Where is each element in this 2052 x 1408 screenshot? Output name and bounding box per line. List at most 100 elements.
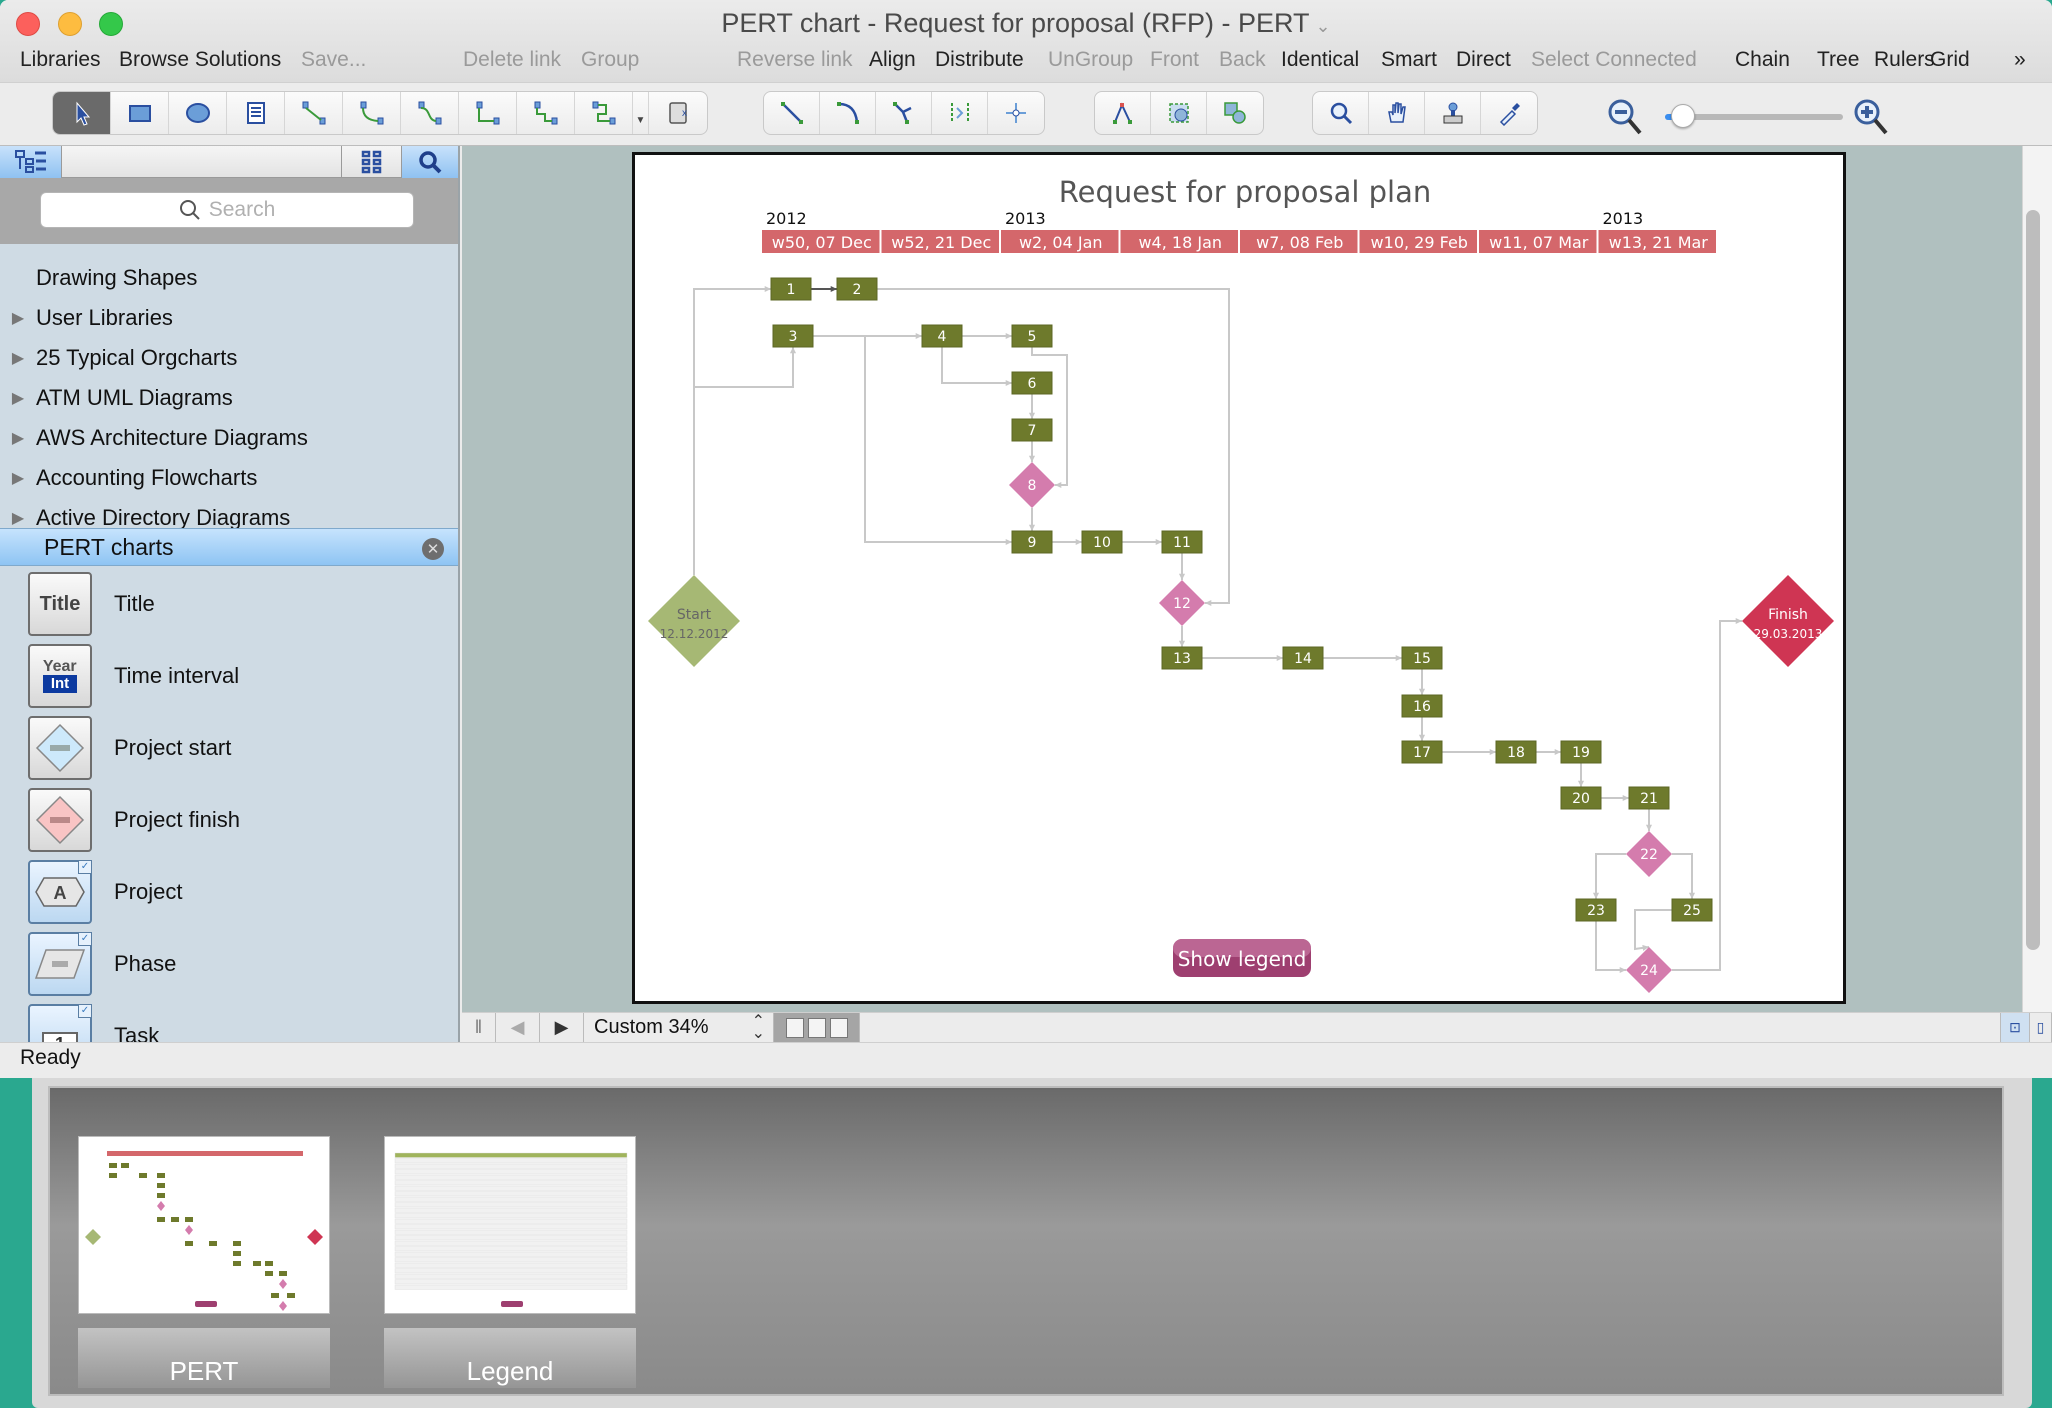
library-item[interactable]: ▶ ATM UML Diagrams xyxy=(0,378,458,418)
insert-container-tool-button[interactable]: x xyxy=(649,92,707,134)
task-node[interactable]: 6 xyxy=(1011,371,1053,395)
zoom-slider-knob[interactable] xyxy=(1670,104,1695,128)
direct-connector-tool-button[interactable] xyxy=(285,92,343,134)
pointer-tool-button[interactable] xyxy=(53,92,111,134)
dependency-link[interactable] xyxy=(1595,853,1626,899)
line-tool-button[interactable] xyxy=(764,92,820,134)
task-node[interactable]: 15 xyxy=(1401,646,1443,670)
dependency-link[interactable] xyxy=(1595,921,1626,971)
menu-overflow-chevron-icon[interactable]: » xyxy=(2014,48,2026,72)
page-layout-buttons[interactable] xyxy=(774,1012,860,1043)
page-thumbnail[interactable] xyxy=(78,1136,330,1314)
chain-connector-tool-button[interactable] xyxy=(575,92,633,134)
menu-distribute[interactable]: Distribute xyxy=(935,48,1024,72)
task-node[interactable]: 1 xyxy=(770,277,812,301)
disclosure-triangle-icon[interactable]: ▶ xyxy=(0,388,36,408)
dependency-link[interactable] xyxy=(694,347,794,388)
pert-charts-library-header[interactable]: PERT charts ✕ xyxy=(0,528,458,566)
text-block-tool-button[interactable] xyxy=(227,92,285,134)
disclosure-triangle-icon[interactable]: ▶ xyxy=(0,308,36,328)
task-node[interactable]: 16 xyxy=(1401,694,1443,718)
page-thumbnail-label[interactable]: Legend xyxy=(384,1356,636,1387)
round-connector-tool-button[interactable] xyxy=(517,92,575,134)
task-node[interactable]: 13 xyxy=(1161,646,1203,670)
split-handle[interactable]: ‖ xyxy=(462,1012,496,1043)
ellipse-tool-button[interactable] xyxy=(169,92,227,134)
connector-menu-arrow-icon[interactable]: ▼ xyxy=(633,92,649,134)
zoom-level-select[interactable]: Custom 34% ⌃ ⌄ xyxy=(584,1012,774,1043)
menu-group[interactable]: Group xyxy=(581,48,639,72)
shape-item[interactable]: A ✓ Project xyxy=(0,856,458,928)
dependency-link[interactable] xyxy=(864,336,1012,543)
chevron-down-icon[interactable]: ⌄ xyxy=(1316,16,1331,36)
shape-item[interactable]: 1✓ Task xyxy=(0,1000,458,1042)
shape-item[interactable]: Title Title xyxy=(0,568,458,640)
task-node[interactable]: 14 xyxy=(1282,646,1324,670)
task-node[interactable]: 9 xyxy=(1011,530,1053,554)
freehand-tool-button[interactable] xyxy=(988,92,1044,134)
window-title[interactable]: PERT chart - Request for proposal (RFP) … xyxy=(0,8,2052,39)
milestone-node[interactable]: 22 xyxy=(1626,831,1672,877)
task-node[interactable]: 7 xyxy=(1011,418,1053,442)
menu-reverse-link[interactable]: Reverse link xyxy=(737,48,853,72)
project-finish-node[interactable]: Finish 29.03.2013 xyxy=(1742,575,1834,667)
menu-select-connected[interactable]: Select Connected xyxy=(1531,48,1697,72)
rectangle-tool-button[interactable] xyxy=(111,92,169,134)
library-item[interactable]: ▶ Accounting Flowcharts xyxy=(0,458,458,498)
next-page-button[interactable]: ▶ xyxy=(540,1012,584,1043)
task-node[interactable]: 19 xyxy=(1560,740,1602,764)
eyedropper-tool-button[interactable] xyxy=(1481,92,1537,134)
stamp-tool-button[interactable] xyxy=(1425,92,1481,134)
disclosure-triangle-icon[interactable]: ▶ xyxy=(0,468,36,488)
library-search-input[interactable]: Search xyxy=(40,192,414,228)
milestone-node[interactable]: 24 xyxy=(1626,947,1672,993)
dependency-link[interactable] xyxy=(693,288,771,575)
rotate-tool-button[interactable] xyxy=(1151,92,1207,134)
task-node[interactable]: 17 xyxy=(1401,740,1443,764)
previous-page-button[interactable]: ◀ xyxy=(496,1012,540,1043)
task-node[interactable]: 21 xyxy=(1628,786,1670,810)
fit-width-button[interactable]: ▯ xyxy=(2030,1012,2052,1043)
show-legend-button[interactable]: Show legend xyxy=(1173,939,1311,977)
curve-tool-button[interactable] xyxy=(876,92,932,134)
grid-view-tab[interactable] xyxy=(342,146,402,178)
library-item[interactable]: Drawing Shapes xyxy=(0,258,458,298)
zoom-out-icon[interactable] xyxy=(1606,97,1644,142)
task-node[interactable]: 4 xyxy=(921,324,963,348)
menu-smart[interactable]: Smart xyxy=(1381,48,1437,72)
task-node[interactable]: 11 xyxy=(1161,530,1203,554)
bezier-connector-tool-button[interactable] xyxy=(401,92,459,134)
milestone-node[interactable]: 8 xyxy=(1009,462,1055,508)
shape-item[interactable]: ✓ Phase xyxy=(0,928,458,1000)
arc-tool-button[interactable] xyxy=(820,92,876,134)
page-thumbnail-label[interactable]: PERT xyxy=(78,1356,330,1387)
task-node[interactable]: 2 xyxy=(836,277,878,301)
pan-hand-tool-button[interactable] xyxy=(1369,92,1425,134)
page-thumbnail[interactable] xyxy=(384,1136,636,1314)
library-item[interactable]: ▶ User Libraries xyxy=(0,298,458,338)
vertical-scrollbar-thumb[interactable] xyxy=(2026,210,2040,950)
zoom-in-icon[interactable] xyxy=(1852,97,1890,142)
disclosure-triangle-icon[interactable]: ▶ xyxy=(0,508,36,528)
menu-grid[interactable]: Grid xyxy=(1930,48,1970,72)
tree-view-tab[interactable] xyxy=(0,146,62,178)
project-start-node[interactable]: Start 12.12.2012 xyxy=(648,575,740,667)
menu-back[interactable]: Back xyxy=(1219,48,1266,72)
task-node[interactable]: 5 xyxy=(1011,324,1053,348)
menu-libraries[interactable]: Libraries xyxy=(20,48,101,72)
search-tab[interactable] xyxy=(402,146,458,178)
sidebar-tab-blank[interactable] xyxy=(62,146,342,178)
close-library-icon[interactable]: ✕ xyxy=(422,538,444,560)
dependency-link[interactable] xyxy=(1672,853,1693,899)
fit-page-button[interactable]: ⊡ xyxy=(2000,1012,2030,1043)
menu-chain[interactable]: Chain xyxy=(1735,48,1790,72)
disclosure-triangle-icon[interactable]: ▶ xyxy=(0,348,36,368)
shape-item[interactable]: Year Int Time interval xyxy=(0,640,458,712)
menu-align[interactable]: Align xyxy=(869,48,916,72)
milestone-node[interactable]: 12 xyxy=(1159,580,1205,626)
task-node[interactable]: 20 xyxy=(1560,786,1602,810)
menu-rulers[interactable]: Rulers xyxy=(1874,48,1935,72)
menu-delete-link[interactable]: Delete link xyxy=(463,48,561,72)
disclosure-triangle-icon[interactable]: ▶ xyxy=(0,428,36,448)
task-node[interactable]: 10 xyxy=(1081,530,1123,554)
